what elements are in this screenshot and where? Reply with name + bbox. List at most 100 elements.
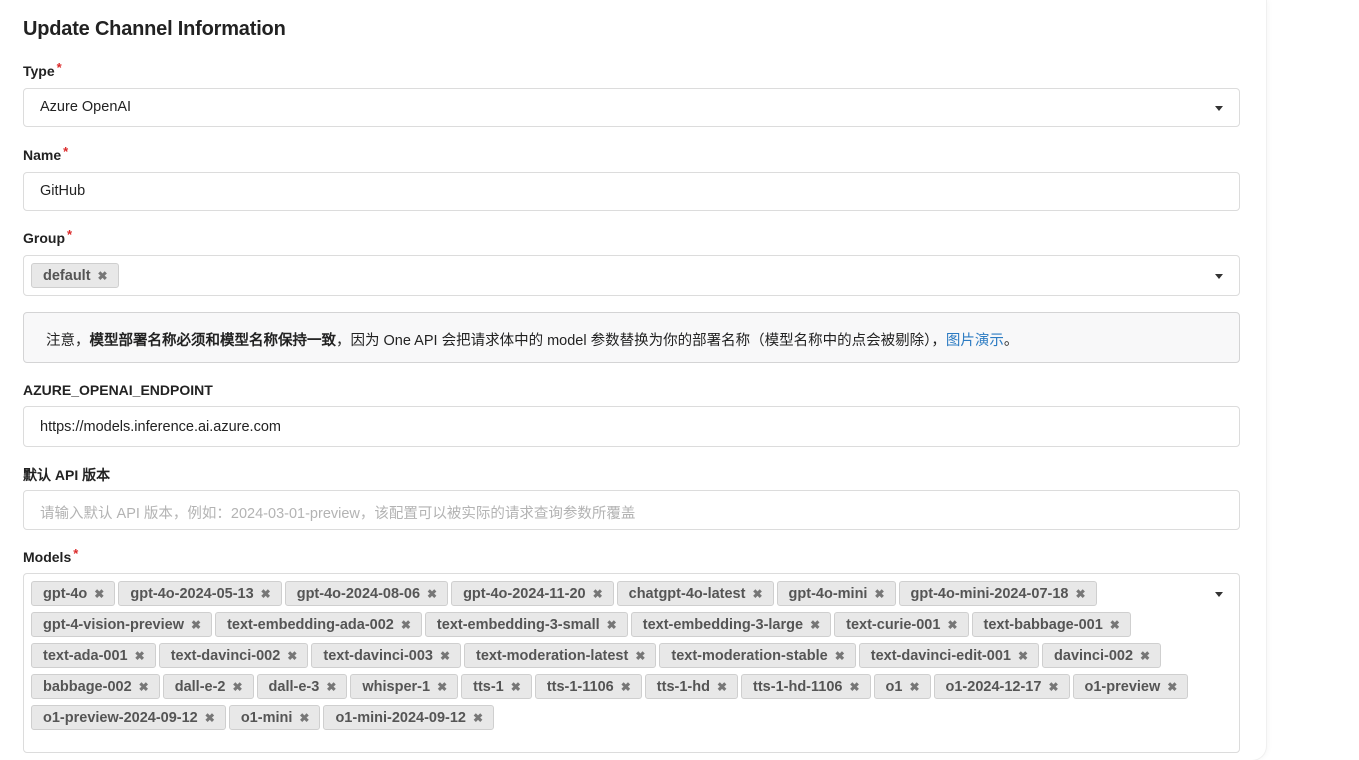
model-chip-label: gpt-4o-2024-11-20 [463,585,586,602]
close-icon[interactable]: ✖ [1018,649,1028,663]
model-chip[interactable]: text-embedding-ada-002 ✖ [215,612,422,637]
image-demo-link[interactable]: 图片演示 [946,333,1004,349]
model-chip[interactable]: tts-1-hd-1106 ✖ [741,674,871,699]
model-chip-label: text-embedding-3-large [642,616,804,633]
model-chip[interactable]: o1-mini-2024-09-12 ✖ [323,705,495,730]
close-icon[interactable]: ✖ [511,680,521,694]
caret-down-icon[interactable] [1215,592,1223,597]
group-label-text: Group [23,230,65,246]
deployment-notice: 注意，模型部署名称必须和模型名称保持一致，因为 One API 会把请求体中的 … [23,312,1240,363]
models-label: Models * [23,546,78,565]
model-chip[interactable]: text-embedding-3-small ✖ [424,612,628,637]
model-chip[interactable]: gpt-4o-mini ✖ [776,581,896,606]
close-icon[interactable]: ✖ [1110,618,1120,632]
model-chip[interactable]: o1-2024-12-17 ✖ [933,674,1070,699]
model-chip[interactable]: tts-1 ✖ [461,674,532,699]
close-icon[interactable]: ✖ [810,618,820,632]
model-chip[interactable]: gpt-4o-2024-05-13 ✖ [118,581,282,606]
model-chip[interactable]: gpt-4o-2024-11-20 ✖ [451,581,614,606]
model-chip-label: text-davinci-edit-001 [870,647,1011,664]
model-chip-label: dall-e-2 [174,678,226,695]
model-chip[interactable]: text-davinci-edit-001 ✖ [858,643,1040,668]
close-icon[interactable]: ✖ [1075,587,1085,601]
model-chip[interactable]: text-davinci-003 ✖ [311,643,462,668]
close-icon[interactable]: ✖ [139,680,149,694]
model-chip[interactable]: text-curie-001 ✖ [834,612,969,637]
group-select[interactable]: default ✖ [23,255,1240,296]
model-chip[interactable]: text-moderation-latest ✖ [464,643,657,668]
close-icon[interactable]: ✖ [427,587,437,601]
model-chip[interactable]: chatgpt-4o-latest ✖ [616,581,774,606]
close-icon[interactable]: ✖ [437,680,447,694]
group-label: Group * [23,227,72,246]
model-chip[interactable]: gpt-4o-mini-2024-07-18 ✖ [898,581,1097,606]
models-select[interactable]: gpt-4o ✖ gpt-4o-2024-05-13 ✖ gpt-4o-2024-08-… [23,573,1240,753]
model-chip[interactable]: babbage-002 ✖ [31,674,160,699]
model-chip-label: gpt-4o-2024-05-13 [130,585,254,602]
close-icon[interactable]: ✖ [205,711,215,725]
model-chip[interactable]: gpt-4-vision-preview ✖ [31,612,213,637]
close-icon[interactable]: ✖ [232,680,242,694]
close-icon[interactable]: ✖ [717,680,727,694]
close-icon[interactable]: ✖ [326,680,336,694]
model-chip[interactable]: text-moderation-stable ✖ [659,643,856,668]
endpoint-input[interactable]: https://models.inference.ai.azure.com [23,406,1240,447]
endpoint-label: AZURE_OPENAI_ENDPOINT [23,382,213,398]
close-icon[interactable]: ✖ [440,649,450,663]
close-icon[interactable]: ✖ [607,618,617,632]
models-label-text: Models [23,549,72,565]
model-chip[interactable]: text-davinci-002 ✖ [158,643,309,668]
name-input[interactable]: GitHub [23,172,1240,211]
model-chip[interactable]: o1 ✖ [873,674,931,699]
model-chip-label: text-embedding-3-small [436,616,600,633]
model-chip-label: gpt-4o [43,585,88,602]
type-select-value: Azure OpenAI [40,99,132,115]
close-icon[interactable]: ✖ [849,680,859,694]
model-chip-label: whisper-1 [362,678,431,695]
close-icon[interactable]: ✖ [261,587,271,601]
close-icon[interactable]: ✖ [835,649,845,663]
model-chip-label: tts-1-hd-1106 [753,678,843,695]
close-icon[interactable]: ✖ [909,680,919,694]
close-icon[interactable]: ✖ [401,618,411,632]
model-chip[interactable]: davinci-002 ✖ [1042,643,1162,668]
model-chip[interactable]: tts-1-hd ✖ [644,674,739,699]
caret-down-icon[interactable] [1215,106,1223,111]
close-icon[interactable]: ✖ [1140,649,1150,663]
close-icon[interactable]: ✖ [635,649,645,663]
model-chip[interactable]: gpt-4o ✖ [31,581,116,606]
model-chip[interactable]: text-ada-001 ✖ [31,643,156,668]
model-chip-label: text-davinci-002 [170,647,281,664]
model-chip[interactable]: text-babbage-001 ✖ [971,612,1131,637]
close-icon[interactable]: ✖ [1048,680,1058,694]
close-icon[interactable]: ✖ [191,618,201,632]
model-chip[interactable]: whisper-1 ✖ [350,674,459,699]
close-icon[interactable]: ✖ [621,680,631,694]
model-chip[interactable]: tts-1-1106 ✖ [534,674,642,699]
model-chip[interactable]: o1-preview ✖ [1072,674,1189,699]
close-icon[interactable]: ✖ [287,649,297,663]
group-chip[interactable]: default ✖ [31,263,119,288]
close-icon[interactable]: ✖ [94,587,104,601]
close-icon[interactable]: ✖ [299,711,309,725]
model-chip-label: gpt-4o-2024-08-06 [296,585,421,602]
model-chip[interactable]: dall-e-3 ✖ [256,674,348,699]
type-select[interactable]: Azure OpenAI [23,88,1240,127]
model-chip[interactable]: o1-preview-2024-09-12 ✖ [31,705,226,730]
model-chip[interactable]: gpt-4o-2024-08-06 ✖ [284,581,449,606]
model-chip[interactable]: dall-e-2 ✖ [162,674,254,699]
api-version-input[interactable]: 请输入默认 API 版本，例如：2024-03-01-preview，该配置可以… [23,490,1240,530]
close-icon[interactable]: ✖ [947,618,957,632]
model-chip[interactable]: o1-mini ✖ [228,705,321,730]
model-chip-label: gpt-4o-mini [788,585,868,602]
close-icon[interactable]: ✖ [593,587,603,601]
close-icon[interactable]: ✖ [135,649,145,663]
close-icon[interactable]: ✖ [98,269,108,283]
close-icon[interactable]: ✖ [473,711,483,725]
close-icon[interactable]: ✖ [874,587,884,601]
close-icon[interactable]: ✖ [752,587,762,601]
caret-down-icon[interactable] [1215,274,1223,279]
close-icon[interactable]: ✖ [1167,680,1177,694]
model-chip-label: chatgpt-4o-latest [628,585,746,602]
model-chip[interactable]: text-embedding-3-large ✖ [630,612,832,637]
